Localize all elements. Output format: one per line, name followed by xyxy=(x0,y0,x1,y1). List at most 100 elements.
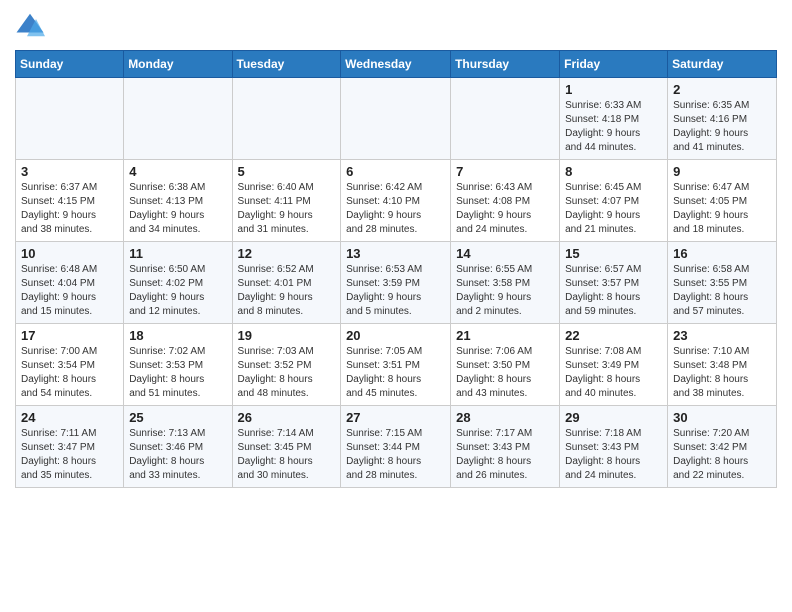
day-info: Sunrise: 6:40 AM Sunset: 4:11 PM Dayligh… xyxy=(238,181,336,237)
logo-icon xyxy=(15,10,45,40)
day-number: 23 xyxy=(673,328,771,343)
calendar: SundayMondayTuesdayWednesdayThursdayFrid… xyxy=(15,50,777,488)
header-saturday: Saturday xyxy=(668,51,777,78)
calendar-header: SundayMondayTuesdayWednesdayThursdayFrid… xyxy=(16,51,777,78)
day-number: 19 xyxy=(238,328,336,343)
day-info: Sunrise: 7:13 AM Sunset: 3:46 PM Dayligh… xyxy=(129,427,226,483)
day-number: 2 xyxy=(673,82,771,97)
week-row-3: 10 Sunrise: 6:48 AM Sunset: 4:04 PM Dayli… xyxy=(16,242,777,324)
header-monday: Monday xyxy=(124,51,232,78)
day-info: Sunrise: 6:58 AM Sunset: 3:55 PM Dayligh… xyxy=(673,263,771,319)
day-number: 28 xyxy=(456,410,554,425)
day-info: Sunrise: 6:45 AM Sunset: 4:07 PM Dayligh… xyxy=(565,181,662,237)
day-number: 17 xyxy=(21,328,118,343)
day-number: 10 xyxy=(21,246,118,261)
day-info: Sunrise: 7:05 AM Sunset: 3:51 PM Dayligh… xyxy=(346,345,445,401)
day-info: Sunrise: 7:06 AM Sunset: 3:50 PM Dayligh… xyxy=(456,345,554,401)
day-number: 4 xyxy=(129,164,226,179)
day-info: Sunrise: 6:33 AM Sunset: 4:18 PM Dayligh… xyxy=(565,99,662,155)
day-number: 1 xyxy=(565,82,662,97)
calendar-cell xyxy=(451,78,560,160)
calendar-cell: 25Sunrise: 7:13 AM Sunset: 3:46 PM Dayli… xyxy=(124,406,232,488)
calendar-cell: 7Sunrise: 6:43 AM Sunset: 4:08 PM Daylig… xyxy=(451,160,560,242)
day-number: 5 xyxy=(238,164,336,179)
day-info: Sunrise: 6:53 AM Sunset: 3:59 PM Dayligh… xyxy=(346,263,445,319)
calendar-cell: 3 Sunrise: 6:37 AM Sunset: 4:15 PM Daylig… xyxy=(16,160,124,242)
calendar-cell: 18 Sunrise: 7:02 AM Sunset: 3:53 PM Dayli… xyxy=(124,324,232,406)
calendar-body: 1 Sunrise: 6:33 AM Sunset: 4:18 PM Daylig… xyxy=(16,78,777,488)
calendar-cell: 13 Sunrise: 6:53 AM Sunset: 3:59 PM Dayli… xyxy=(341,242,451,324)
day-number: 16 xyxy=(673,246,771,261)
day-number: 11 xyxy=(129,246,226,261)
calendar-cell: 4 Sunrise: 6:38 AM Sunset: 4:13 PM Daylig… xyxy=(124,160,232,242)
calendar-cell: 5 Sunrise: 6:40 AM Sunset: 4:11 PM Daylig… xyxy=(232,160,341,242)
calendar-cell xyxy=(341,78,451,160)
week-row-1: 1 Sunrise: 6:33 AM Sunset: 4:18 PM Daylig… xyxy=(16,78,777,160)
calendar-cell: 14Sunrise: 6:55 AM Sunset: 3:58 PM Dayli… xyxy=(451,242,560,324)
day-number: 7 xyxy=(456,164,554,179)
page: SundayMondayTuesdayWednesdayThursdayFrid… xyxy=(0,0,792,498)
calendar-cell: 8Sunrise: 6:45 AM Sunset: 4:07 PM Daylig… xyxy=(560,160,668,242)
day-number: 9 xyxy=(673,164,771,179)
day-number: 26 xyxy=(238,410,336,425)
calendar-cell: 28 Sunrise: 7:17 AM Sunset: 3:43 PM Dayli… xyxy=(451,406,560,488)
week-row-2: 3 Sunrise: 6:37 AM Sunset: 4:15 PM Daylig… xyxy=(16,160,777,242)
day-info: Sunrise: 6:37 AM Sunset: 4:15 PM Dayligh… xyxy=(21,181,118,237)
day-number: 14 xyxy=(456,246,554,261)
header-tuesday: Tuesday xyxy=(232,51,341,78)
day-info: Sunrise: 7:02 AM Sunset: 3:53 PM Dayligh… xyxy=(129,345,226,401)
calendar-cell xyxy=(124,78,232,160)
calendar-cell: 24 Sunrise: 7:11 AM Sunset: 3:47 PM Dayli… xyxy=(16,406,124,488)
day-info: Sunrise: 6:35 AM Sunset: 4:16 PM Dayligh… xyxy=(673,99,771,155)
header-wednesday: Wednesday xyxy=(341,51,451,78)
calendar-cell: 2 Sunrise: 6:35 AM Sunset: 4:16 PM Daylig… xyxy=(668,78,777,160)
calendar-cell: 12Sunrise: 6:52 AM Sunset: 4:01 PM Dayli… xyxy=(232,242,341,324)
day-info: Sunrise: 6:50 AM Sunset: 4:02 PM Dayligh… xyxy=(129,263,226,319)
day-number: 18 xyxy=(129,328,226,343)
calendar-cell: 9 Sunrise: 6:47 AM Sunset: 4:05 PM Daylig… xyxy=(668,160,777,242)
calendar-cell: 21 Sunrise: 7:06 AM Sunset: 3:50 PM Dayli… xyxy=(451,324,560,406)
calendar-cell: 10 Sunrise: 6:48 AM Sunset: 4:04 PM Dayli… xyxy=(16,242,124,324)
day-number: 6 xyxy=(346,164,445,179)
week-row-4: 17 Sunrise: 7:00 AM Sunset: 3:54 PM Dayli… xyxy=(16,324,777,406)
calendar-cell xyxy=(16,78,124,160)
day-number: 3 xyxy=(21,164,118,179)
calendar-cell xyxy=(232,78,341,160)
header xyxy=(15,10,777,40)
day-info: Sunrise: 7:18 AM Sunset: 3:43 PM Dayligh… xyxy=(565,427,662,483)
calendar-cell: 27Sunrise: 7:15 AM Sunset: 3:44 PM Dayli… xyxy=(341,406,451,488)
calendar-cell: 16 Sunrise: 6:58 AM Sunset: 3:55 PM Dayli… xyxy=(668,242,777,324)
header-row: SundayMondayTuesdayWednesdayThursdayFrid… xyxy=(16,51,777,78)
day-number: 21 xyxy=(456,328,554,343)
day-number: 15 xyxy=(565,246,662,261)
day-info: Sunrise: 6:48 AM Sunset: 4:04 PM Dayligh… xyxy=(21,263,118,319)
day-number: 22 xyxy=(565,328,662,343)
day-number: 12 xyxy=(238,246,336,261)
day-info: Sunrise: 7:10 AM Sunset: 3:48 PM Dayligh… xyxy=(673,345,771,401)
day-info: Sunrise: 7:00 AM Sunset: 3:54 PM Dayligh… xyxy=(21,345,118,401)
header-friday: Friday xyxy=(560,51,668,78)
day-info: Sunrise: 7:17 AM Sunset: 3:43 PM Dayligh… xyxy=(456,427,554,483)
day-info: Sunrise: 7:03 AM Sunset: 3:52 PM Dayligh… xyxy=(238,345,336,401)
day-info: Sunrise: 6:38 AM Sunset: 4:13 PM Dayligh… xyxy=(129,181,226,237)
day-number: 27 xyxy=(346,410,445,425)
calendar-cell: 17 Sunrise: 7:00 AM Sunset: 3:54 PM Dayli… xyxy=(16,324,124,406)
day-number: 29 xyxy=(565,410,662,425)
day-info: Sunrise: 6:57 AM Sunset: 3:57 PM Dayligh… xyxy=(565,263,662,319)
day-number: 13 xyxy=(346,246,445,261)
calendar-cell: 29 Sunrise: 7:18 AM Sunset: 3:43 PM Dayli… xyxy=(560,406,668,488)
day-info: Sunrise: 7:20 AM Sunset: 3:42 PM Dayligh… xyxy=(673,427,771,483)
calendar-cell: 23 Sunrise: 7:10 AM Sunset: 3:48 PM Dayli… xyxy=(668,324,777,406)
day-number: 24 xyxy=(21,410,118,425)
header-sunday: Sunday xyxy=(16,51,124,78)
day-info: Sunrise: 7:14 AM Sunset: 3:45 PM Dayligh… xyxy=(238,427,336,483)
header-thursday: Thursday xyxy=(451,51,560,78)
calendar-cell: 15 Sunrise: 6:57 AM Sunset: 3:57 PM Dayli… xyxy=(560,242,668,324)
calendar-cell: 26 Sunrise: 7:14 AM Sunset: 3:45 PM Dayli… xyxy=(232,406,341,488)
day-info: Sunrise: 6:47 AM Sunset: 4:05 PM Dayligh… xyxy=(673,181,771,237)
day-info: Sunrise: 7:08 AM Sunset: 3:49 PM Dayligh… xyxy=(565,345,662,401)
day-info: Sunrise: 7:11 AM Sunset: 3:47 PM Dayligh… xyxy=(21,427,118,483)
day-info: Sunrise: 6:42 AM Sunset: 4:10 PM Dayligh… xyxy=(346,181,445,237)
calendar-cell: 22 Sunrise: 7:08 AM Sunset: 3:49 PM Dayli… xyxy=(560,324,668,406)
week-row-5: 24 Sunrise: 7:11 AM Sunset: 3:47 PM Dayli… xyxy=(16,406,777,488)
